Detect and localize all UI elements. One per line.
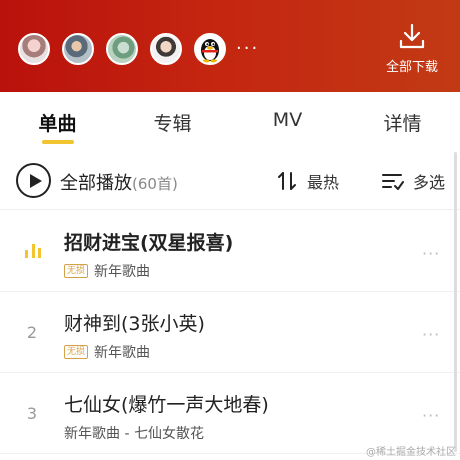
now-playing-icon — [25, 244, 41, 258]
download-all-button[interactable]: 全部下载 — [382, 22, 442, 75]
sort-label: 最热 — [307, 173, 340, 192]
sort-icon — [278, 172, 296, 190]
song-title: 财神到(3张小英) — [64, 313, 205, 335]
song-meta: 无损 新年歌曲 — [64, 342, 150, 362]
song-title: 七仙女(爆竹一声大地春) — [64, 394, 269, 416]
more-avatars-icon[interactable]: ··· — [236, 40, 259, 58]
song-row[interactable]: 2 财神到(3张小英) 无损 新年歌曲 ··· — [0, 293, 460, 373]
avatar-list: ··· — [18, 32, 259, 66]
play-all-icon[interactable] — [16, 163, 51, 198]
multi-select-icon — [382, 174, 404, 190]
active-tab-indicator — [41, 140, 74, 144]
tab-albums[interactable]: 专辑 — [115, 92, 230, 150]
song-meta: 新年歌曲 - 七仙女散花 — [64, 423, 204, 443]
song-title: 招财进宝(双星报喜) — [64, 232, 234, 254]
more-options-icon[interactable]: ··· — [422, 325, 440, 344]
tab-details[interactable]: 详情 — [345, 92, 460, 150]
song-count: (60首) — [132, 175, 178, 193]
more-options-icon[interactable]: ··· — [422, 244, 440, 263]
header-bar: ··· 全部下载 — [0, 0, 460, 92]
music-artist-page: ··· 全部下载 单曲 专辑 MV 详情 全部播放(60首) 最热 多选 招财进… — [0, 0, 460, 460]
more-options-icon[interactable]: ··· — [422, 406, 440, 425]
song-index: 3 — [26, 404, 38, 423]
tab-label: 专辑 — [153, 113, 192, 135]
song-subtitle: 新年歌曲 - 七仙女散花 — [64, 426, 204, 442]
sort-button[interactable]: 最热 — [276, 169, 339, 193]
avatar[interactable] — [106, 33, 138, 65]
multi-select-button[interactable]: 多选 — [381, 169, 445, 193]
play-all-label: 全部播放 — [60, 173, 132, 194]
song-meta: 无损 新年歌曲 — [64, 261, 150, 281]
multi-select-label: 多选 — [413, 173, 446, 192]
song-subtitle: 新年歌曲 — [94, 345, 151, 361]
download-icon — [399, 23, 425, 49]
play-all-button[interactable]: 全部播放(60首) — [60, 169, 178, 195]
avatar[interactable] — [150, 33, 182, 65]
song-index: 2 — [26, 323, 38, 342]
tab-label: 单曲 — [38, 113, 77, 135]
scrollbar[interactable] — [454, 152, 457, 452]
song-row[interactable]: 3 七仙女(爆竹一声大地春) 新年歌曲 - 七仙女散花 ··· — [0, 374, 460, 454]
lossless-badge: 无损 — [64, 264, 89, 278]
tab-mv[interactable]: MV — [230, 92, 345, 150]
song-row[interactable]: 招财进宝(双星报喜) 无损 新年歌曲 ··· — [0, 212, 460, 292]
song-subtitle: 新年歌曲 — [94, 264, 151, 280]
download-all-label: 全部下载 — [385, 60, 438, 75]
qq-penguin-avatar[interactable] — [194, 33, 226, 65]
lossless-badge: 无损 — [64, 345, 89, 359]
tab-label: 详情 — [383, 113, 422, 135]
tab-bar: 单曲 专辑 MV 详情 — [0, 92, 460, 150]
tab-singles[interactable]: 单曲 — [0, 92, 115, 150]
tab-label: MV — [272, 109, 303, 131]
watermark: @稀土掘金技术社区 — [366, 447, 456, 458]
avatar[interactable] — [18, 33, 50, 65]
qq-penguin-icon — [201, 39, 219, 63]
play-all-bar: 全部播放(60首) 最热 多选 — [0, 152, 460, 210]
avatar[interactable] — [62, 33, 94, 65]
